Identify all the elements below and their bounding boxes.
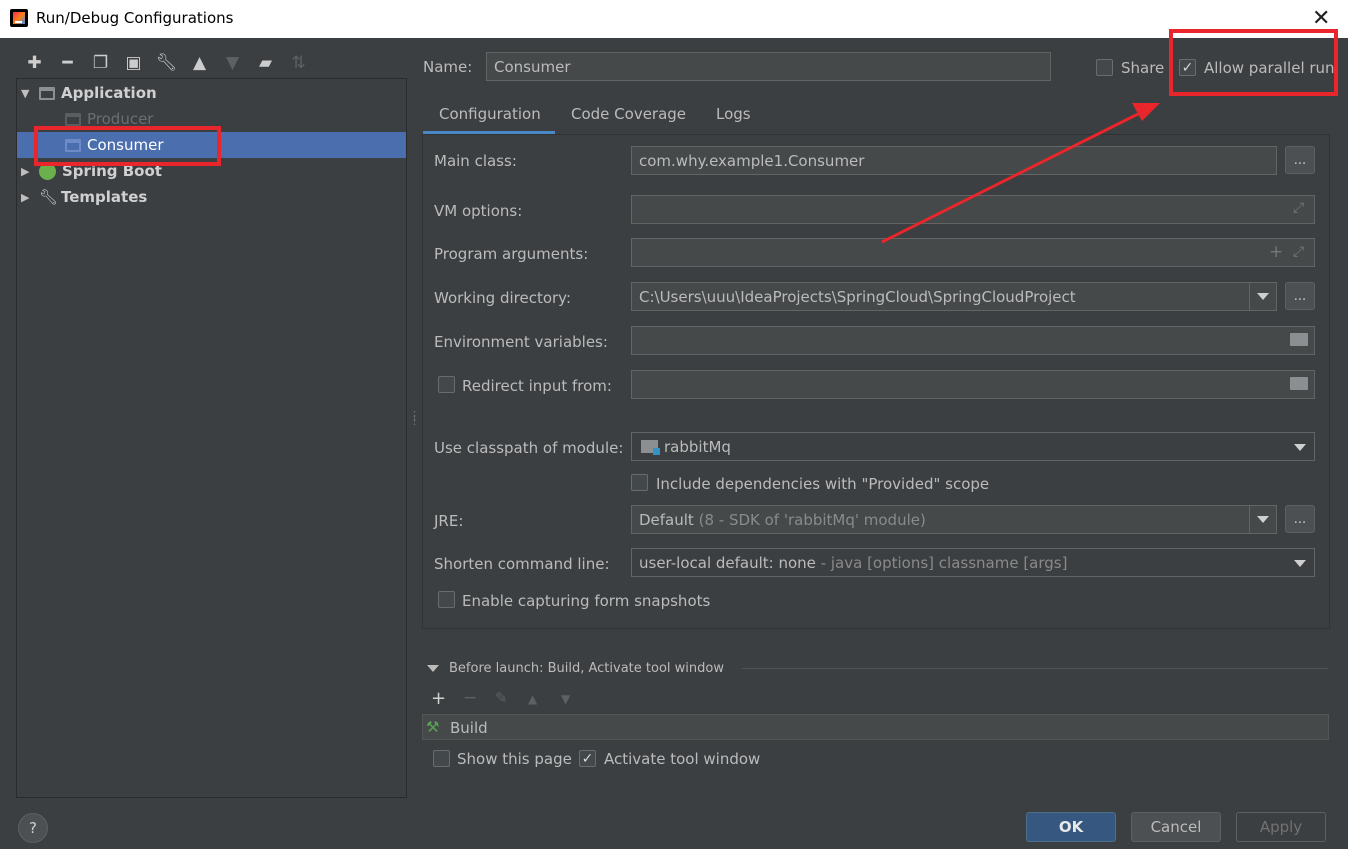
before-launch-title: Before launch: Build, Activate tool wind… bbox=[449, 661, 724, 676]
remove-task-icon[interactable]: − bbox=[463, 688, 477, 708]
application-config-icon bbox=[65, 112, 81, 126]
remove-icon[interactable]: ━ bbox=[51, 50, 84, 76]
add-icon[interactable]: ✚ bbox=[18, 50, 51, 76]
move-up-icon[interactable]: ▲ bbox=[183, 50, 216, 76]
working-directory-browse-button[interactable]: ... bbox=[1285, 282, 1315, 310]
chevron-down-icon bbox=[1257, 293, 1269, 300]
expand-icon[interactable]: ⤢ bbox=[1293, 200, 1304, 216]
separator bbox=[742, 668, 1328, 669]
shorten-command-line-select[interactable]: user-local default: none - java [options… bbox=[631, 548, 1315, 577]
folder-icon[interactable] bbox=[1290, 377, 1308, 390]
window-title: Run/Debug Configurations bbox=[36, 9, 234, 27]
application-icon bbox=[39, 86, 55, 100]
ok-button[interactable]: OK bbox=[1026, 812, 1116, 842]
save-icon[interactable]: ▣ bbox=[117, 50, 150, 76]
show-this-page-label: Show this page bbox=[457, 750, 572, 768]
jre-dropdown[interactable] bbox=[1249, 506, 1276, 533]
expand-right-icon[interactable]: ▶ bbox=[21, 191, 33, 204]
jre-hint: (8 - SDK of 'rabbitMq' module) bbox=[698, 510, 926, 529]
chevron-down-icon[interactable] bbox=[1294, 444, 1306, 451]
vm-options-label: VM options: bbox=[434, 202, 523, 220]
tree-item-label: Application bbox=[61, 84, 157, 102]
jre-value: Default bbox=[639, 510, 694, 529]
intellij-logo-icon bbox=[10, 9, 28, 27]
cancel-button[interactable]: Cancel bbox=[1131, 812, 1221, 842]
expand-down-icon[interactable]: ▼ bbox=[21, 87, 33, 100]
program-arguments-label: Program arguments: bbox=[434, 245, 589, 263]
working-directory-label: Working directory: bbox=[434, 289, 572, 307]
vm-options-input[interactable] bbox=[631, 195, 1315, 224]
main-class-browse-button[interactable]: ... bbox=[1285, 146, 1315, 174]
annotation-highlight-parallel-run bbox=[1169, 29, 1338, 96]
tree-item-label: Templates bbox=[61, 188, 148, 206]
expand-icon[interactable]: ⤢ bbox=[1293, 244, 1304, 260]
redirect-input-field[interactable] bbox=[631, 370, 1315, 399]
apply-button[interactable]: Apply bbox=[1236, 812, 1326, 842]
tab-logs[interactable]: Logs bbox=[716, 105, 751, 123]
environment-variables-label: Environment variables: bbox=[434, 333, 608, 351]
enable-snapshots-label: Enable capturing form snapshots bbox=[462, 592, 711, 610]
chevron-down-icon bbox=[1257, 516, 1269, 523]
main-class-label: Main class: bbox=[434, 152, 517, 170]
tree-item-application[interactable]: ▼ Application bbox=[17, 80, 406, 106]
module-folder-icon bbox=[641, 440, 660, 455]
redirect-input-label: Redirect input from: bbox=[462, 377, 612, 395]
classpath-module-select[interactable]: rabbitMq bbox=[631, 432, 1315, 461]
config-toolbar: ✚ ━ ❐ ▣ 🔧︎ ▲ ▼ ▰ ⇅ bbox=[18, 50, 315, 76]
name-input[interactable]: Consumer bbox=[486, 52, 1051, 81]
shorten-value: user-local default: none bbox=[639, 553, 816, 572]
jre-label: JRE: bbox=[434, 512, 464, 530]
environment-variables-input[interactable] bbox=[631, 326, 1315, 355]
enable-snapshots-checkbox[interactable] bbox=[438, 591, 455, 608]
classpath-module-label: Use classpath of module: bbox=[434, 439, 624, 457]
copy-icon[interactable]: ❐ bbox=[84, 50, 117, 76]
chevron-down-icon[interactable] bbox=[1294, 560, 1306, 567]
activate-tool-window-checkbox[interactable]: ✓ bbox=[579, 750, 596, 767]
close-icon[interactable]: ✕ bbox=[1312, 6, 1330, 31]
wrench-icon: 🔧︎ bbox=[39, 188, 59, 206]
help-button[interactable]: ? bbox=[18, 813, 48, 843]
wrench-icon[interactable]: 🔧︎ bbox=[150, 50, 183, 76]
build-task[interactable]: Build bbox=[450, 719, 488, 737]
name-label: Name: bbox=[423, 58, 473, 76]
program-arguments-input[interactable] bbox=[631, 238, 1315, 267]
share-label: Share bbox=[1121, 59, 1165, 77]
move-task-up-icon[interactable]: ▲ bbox=[528, 692, 537, 706]
move-down-icon[interactable]: ▼ bbox=[216, 50, 249, 76]
sort-icon[interactable]: ⇅ bbox=[282, 50, 315, 76]
tab-code-coverage[interactable]: Code Coverage bbox=[571, 105, 686, 123]
expand-right-icon[interactable]: ▶ bbox=[21, 165, 33, 178]
edit-task-icon[interactable]: ✎ bbox=[495, 689, 508, 707]
working-directory-dropdown[interactable] bbox=[1249, 283, 1276, 310]
hammer-icon: ⚒ bbox=[426, 718, 440, 736]
before-launch-task-list bbox=[422, 714, 1329, 740]
collapse-icon[interactable] bbox=[427, 665, 439, 672]
tree-item-templates[interactable]: ▶ 🔧︎ Templates bbox=[17, 184, 406, 210]
annotation-highlight-consumer bbox=[34, 126, 221, 166]
title-bar: Run/Debug Configurations ✕ bbox=[0, 0, 1348, 38]
config-tree: ▼ Application Producer Consumer ▶ Spring… bbox=[16, 78, 407, 798]
tab-configuration[interactable]: Configuration bbox=[439, 105, 541, 123]
redirect-input-checkbox[interactable] bbox=[438, 376, 455, 393]
add-task-icon[interactable]: + bbox=[431, 688, 446, 709]
splitter-handle[interactable]: ⋮ ⋮ bbox=[409, 410, 420, 426]
classpath-module-value: rabbitMq bbox=[664, 437, 731, 456]
shorten-command-line-label: Shorten command line: bbox=[434, 555, 610, 573]
main-class-input[interactable]: com.why.example1.Consumer bbox=[631, 146, 1277, 175]
move-task-down-icon[interactable]: ▼ bbox=[561, 692, 570, 706]
folder-add-icon[interactable]: ▰ bbox=[249, 50, 282, 76]
add-macro-icon[interactable]: + bbox=[1269, 242, 1283, 262]
include-dependencies-label: Include dependencies with "Provided" sco… bbox=[656, 475, 990, 493]
jre-browse-button[interactable]: ... bbox=[1285, 505, 1315, 533]
jre-input[interactable]: Default (8 - SDK of 'rabbitMq' module) bbox=[631, 505, 1277, 534]
working-directory-input[interactable]: C:\Users\uuu\IdeaProjects\SpringCloud\Sp… bbox=[631, 282, 1277, 311]
share-checkbox[interactable] bbox=[1096, 59, 1113, 76]
include-dependencies-checkbox[interactable] bbox=[631, 474, 648, 491]
shorten-hint: - java [options] classname [args] bbox=[815, 553, 1068, 572]
show-this-page-checkbox[interactable] bbox=[433, 750, 450, 767]
activate-tool-window-label: Activate tool window bbox=[604, 750, 761, 768]
folder-icon[interactable] bbox=[1290, 333, 1308, 346]
